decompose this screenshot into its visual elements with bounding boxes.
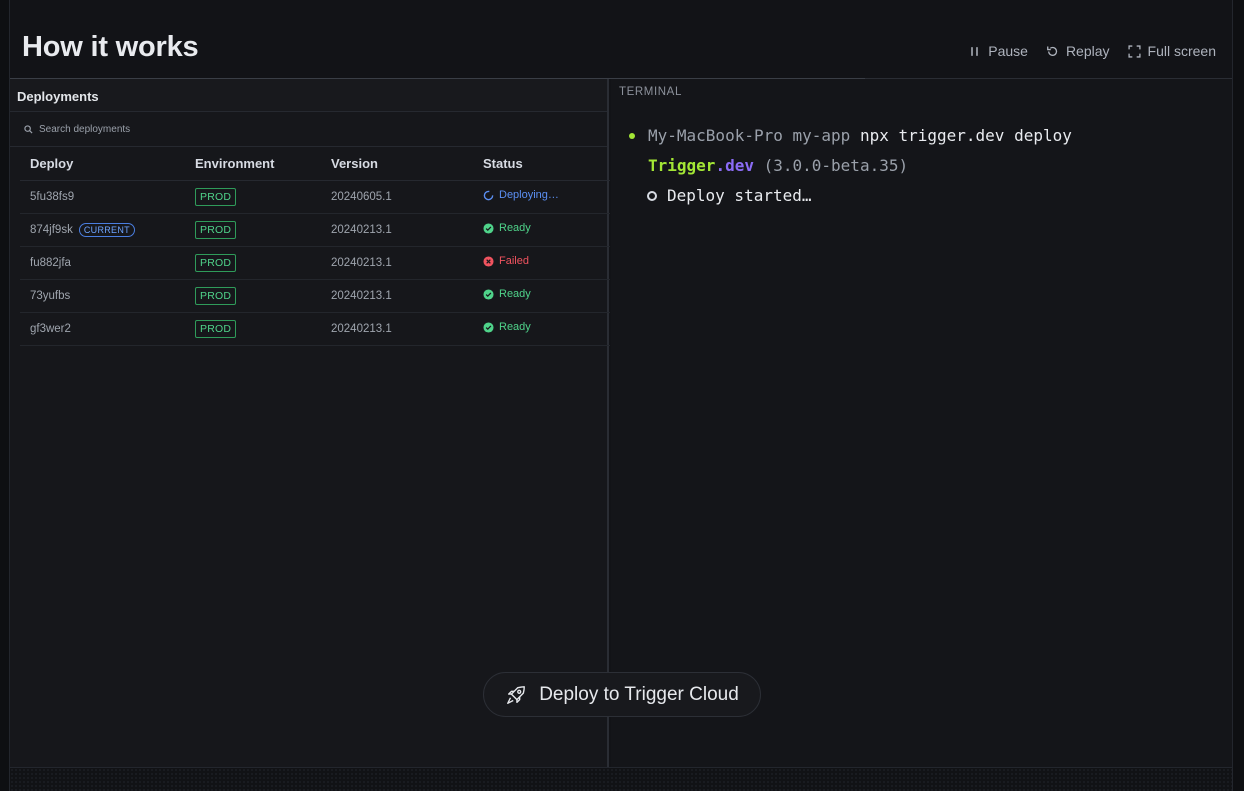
current-badge: CURRENT xyxy=(78,222,135,237)
fullscreen-icon xyxy=(1127,44,1141,58)
deployments-table: Deploy Environment Version Status 5fu38f… xyxy=(20,147,610,346)
header: How it works Pause Replay Full screen xyxy=(10,0,1232,79)
terminal-brand-trigger: Trigger xyxy=(648,156,716,175)
version: 20240213.1 xyxy=(321,279,473,313)
deploy-id: 5fu38fs9 xyxy=(20,180,185,214)
terminal-brand-dev: .dev xyxy=(715,156,754,175)
bottom-strip xyxy=(10,767,1232,791)
cta-label: Deploy to Trigger Cloud xyxy=(539,683,739,705)
deploy-id: 874jf9sk xyxy=(30,223,73,236)
environment-badge: PROD xyxy=(195,286,237,305)
search-icon xyxy=(24,124,33,134)
terminal-line-status: Deploy started… xyxy=(629,181,1072,211)
pause-label: Pause xyxy=(988,43,1028,59)
status-badge: Deploying… xyxy=(483,189,559,201)
status-label: Ready xyxy=(499,321,531,334)
version: 20240213.1 xyxy=(321,246,473,280)
replay-label: Replay xyxy=(1065,43,1110,59)
deploy-id: fu882jfa xyxy=(20,246,185,280)
fullscreen-label: Full screen xyxy=(1147,43,1216,59)
status-label: Failed xyxy=(499,255,529,268)
status-badge: Ready xyxy=(483,222,531,234)
status-badge: Ready xyxy=(483,288,531,300)
version: 20240605.1 xyxy=(321,180,473,214)
search-input[interactable]: Search deployments xyxy=(10,112,607,147)
deploy-to-cloud-button[interactable]: Deploy to Trigger Cloud xyxy=(483,672,761,717)
spinner-icon xyxy=(483,190,494,201)
playback-controls: Pause Replay Full screen xyxy=(968,43,1216,59)
table-row[interactable]: gf3wer2 PROD 20240213.1 Ready xyxy=(20,312,610,346)
replay-icon xyxy=(1047,46,1058,56)
pause-icon xyxy=(971,46,978,56)
status-badge: Failed xyxy=(483,255,529,267)
check-circle-icon xyxy=(483,289,494,300)
version: 20240213.1 xyxy=(321,213,473,247)
table-row[interactable]: fu882jfa PROD 20240213.1 Failed xyxy=(20,246,610,280)
table-row[interactable]: 5fu38fs9 PROD 20240605.1 Deploying… xyxy=(20,180,610,214)
table-row[interactable]: 73yufbs PROD 20240213.1 Ready xyxy=(20,279,610,313)
terminal-dir: my-app xyxy=(792,126,851,145)
environment-badge: PROD xyxy=(195,253,237,272)
check-circle-icon xyxy=(483,223,494,234)
status-label: Deploying… xyxy=(499,189,559,202)
terminal-output: My-MacBook-Pro my-app npx trigger.dev de… xyxy=(629,121,1072,211)
page-title: How it works xyxy=(22,31,199,63)
terminal-host: My-MacBook-Pro xyxy=(648,126,783,145)
column-header-version: Version xyxy=(321,147,473,181)
terminal-command: npx trigger.dev deploy xyxy=(859,126,1072,145)
deploy-id: 73yufbs xyxy=(20,279,185,313)
prompt-dot-icon xyxy=(629,133,635,139)
terminal-status: Deploy started… xyxy=(667,186,812,205)
column-header-deploy: Deploy xyxy=(20,147,185,181)
column-header-status: Status xyxy=(473,147,610,181)
replay-button[interactable]: Replay xyxy=(1046,43,1110,59)
status-label: Ready xyxy=(499,288,531,301)
deployments-panel: Deployments Search deployments Deploy En… xyxy=(10,79,610,767)
pending-ring-icon xyxy=(647,191,657,201)
environment-badge: PROD xyxy=(195,187,237,206)
check-circle-icon xyxy=(483,322,494,333)
terminal-panel: TERMINAL My-MacBook-Pro my-app npx trigg… xyxy=(611,79,1232,767)
rocket-icon xyxy=(507,685,526,704)
terminal-line-command: My-MacBook-Pro my-app npx trigger.dev de… xyxy=(629,121,1072,151)
deploy-id: gf3wer2 xyxy=(20,312,185,346)
search-placeholder: Search deployments xyxy=(39,123,131,135)
terminal-label: TERMINAL xyxy=(619,86,682,98)
version: 20240213.1 xyxy=(321,312,473,346)
table-header-row: Deploy Environment Version Status xyxy=(20,147,610,181)
column-header-environment: Environment xyxy=(185,147,321,181)
x-circle-icon xyxy=(483,256,494,267)
fullscreen-button[interactable]: Full screen xyxy=(1127,43,1216,59)
demo-frame: How it works Pause Replay Full screen De… xyxy=(9,0,1233,791)
status-label: Ready xyxy=(499,222,531,235)
pause-button[interactable]: Pause xyxy=(968,43,1028,59)
environment-badge: PROD xyxy=(195,319,237,338)
table-row[interactable]: 874jf9sk CURRENT PROD 20240213.1 Ready xyxy=(20,213,610,247)
terminal-version: (3.0.0-beta.35) xyxy=(763,156,909,175)
deployments-title: Deployments xyxy=(10,79,607,112)
status-badge: Ready xyxy=(483,321,531,333)
environment-badge: PROD xyxy=(195,220,237,239)
terminal-line-version: Trigger .dev (3.0.0-beta.35) xyxy=(629,151,1072,181)
